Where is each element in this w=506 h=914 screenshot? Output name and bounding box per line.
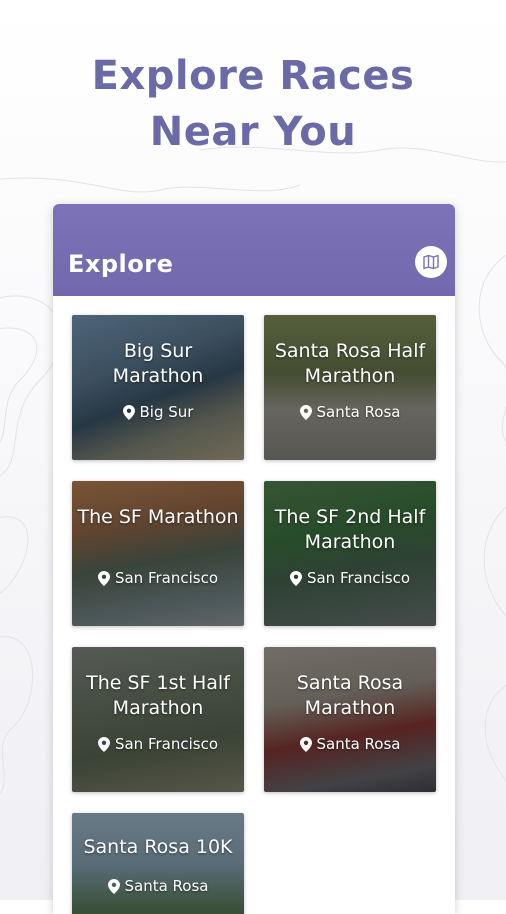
location-pin-icon — [299, 404, 312, 420]
headline: Explore Races Near You — [0, 48, 506, 160]
race-location: Big Sur — [72, 403, 244, 421]
headline-line-2: Near You — [149, 109, 357, 155]
race-location-label: Santa Rosa — [316, 735, 401, 753]
race-name: Santa Rosa Marathon — [296, 672, 404, 719]
race-location-label: San Francisco — [114, 569, 219, 587]
location-pin-icon — [107, 878, 120, 894]
race-location: Santa Rosa — [264, 735, 436, 753]
race-name: The SF 1st Half Marathon — [86, 672, 230, 719]
card-overlay — [72, 813, 244, 914]
location-pin-icon — [299, 736, 312, 752]
location-pin-icon — [289, 570, 302, 586]
map-view-button[interactable] — [415, 246, 447, 278]
race-card[interactable]: Santa Rosa Half Marathon Santa Rosa — [264, 315, 436, 460]
race-card[interactable]: The SF 2nd Half Marathon San Francisco — [264, 481, 436, 626]
map-icon — [423, 254, 439, 270]
phone-screen: Explore Big Sur Marathon Big Sur Santa R… — [53, 204, 455, 914]
race-location-label: San Francisco — [114, 735, 219, 753]
location-pin-icon — [97, 736, 110, 752]
headline-line-1: Explore Races — [91, 53, 415, 99]
race-card[interactable]: The SF 1st Half Marathon San Francisco — [72, 647, 244, 792]
race-location: San Francisco — [72, 735, 244, 753]
race-location: San Francisco — [72, 569, 244, 587]
location-pin-icon — [122, 404, 135, 420]
race-location: Santa Rosa — [264, 403, 436, 421]
race-grid: Big Sur Marathon Big Sur Santa Rosa Half… — [53, 296, 455, 914]
race-name: Santa Rosa 10K — [83, 836, 233, 858]
race-card[interactable]: Santa Rosa Marathon Santa Rosa — [264, 647, 436, 792]
app-bar-title: Explore — [68, 250, 174, 278]
race-name: The SF Marathon — [77, 506, 239, 528]
race-location-label: San Francisco — [306, 569, 411, 587]
card-overlay — [72, 481, 244, 626]
race-card[interactable]: The SF Marathon San Francisco — [72, 481, 244, 626]
race-card[interactable]: Santa Rosa 10K Santa Rosa — [72, 813, 244, 914]
race-name: Big Sur Marathon — [112, 340, 204, 387]
race-card[interactable]: Big Sur Marathon Big Sur — [72, 315, 244, 460]
race-location-label: Big Sur — [139, 403, 194, 421]
race-location-label: Santa Rosa — [124, 877, 209, 895]
race-location-label: Santa Rosa — [316, 403, 401, 421]
location-pin-icon — [97, 570, 110, 586]
race-location: Santa Rosa — [72, 877, 244, 895]
race-location: San Francisco — [264, 569, 436, 587]
race-name: Santa Rosa Half Marathon — [274, 340, 426, 387]
app-bar: Explore — [53, 204, 455, 296]
race-name: The SF 2nd Half Marathon — [274, 506, 426, 553]
